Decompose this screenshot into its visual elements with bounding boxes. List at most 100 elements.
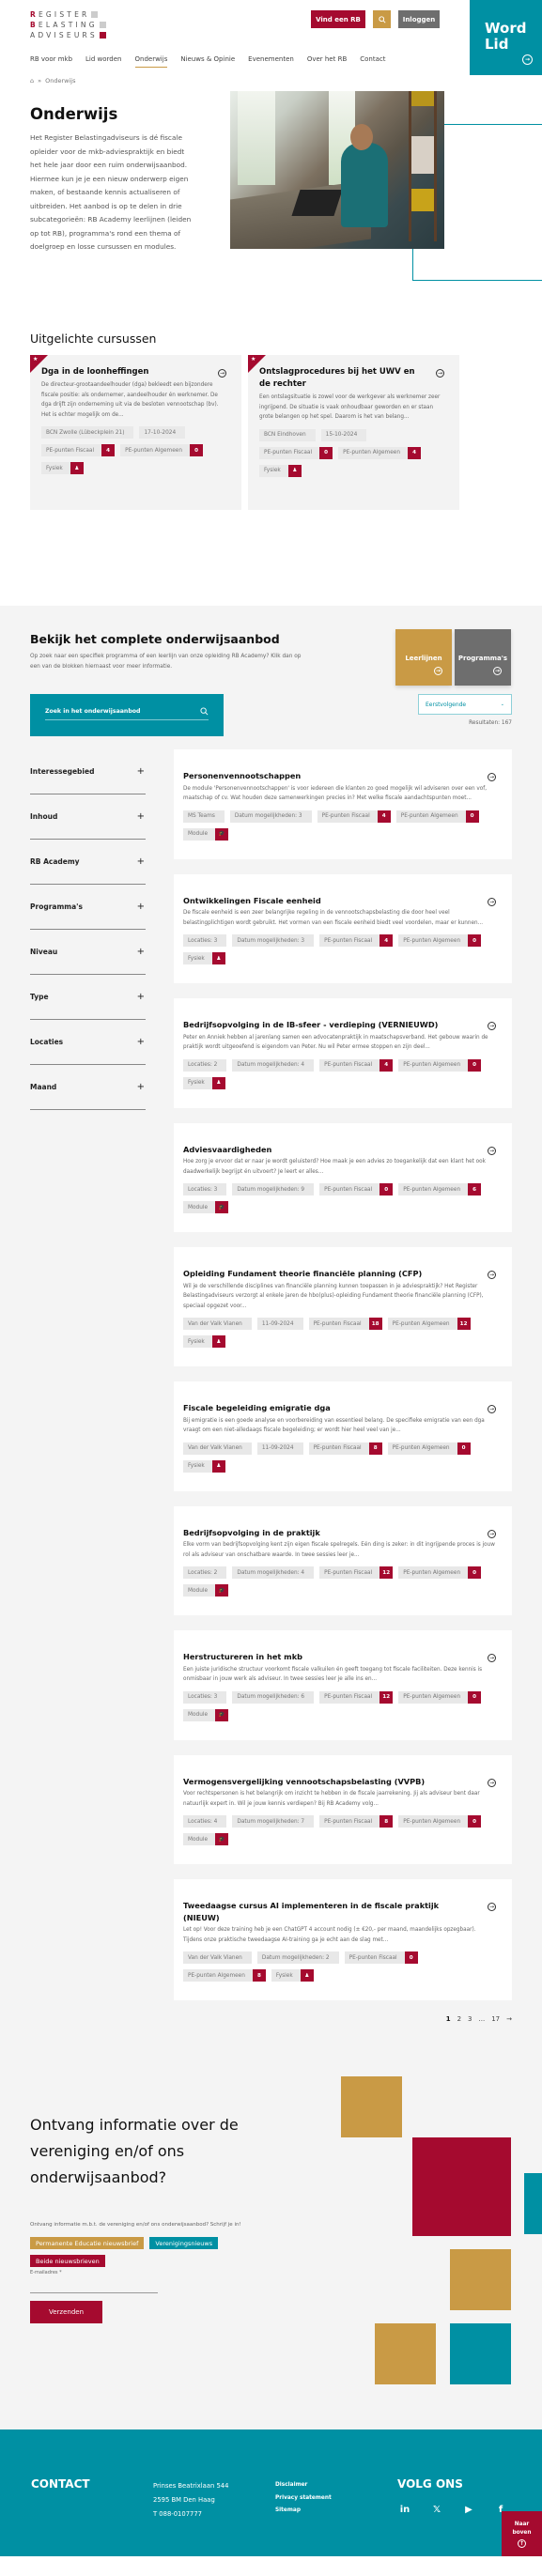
page-link[interactable]: 3 [468,2015,472,2023]
site-footer: CONTACT Prinses Beatrixlaan 544 2595 BM … [0,2429,542,2556]
filter-type[interactable]: Type + [30,975,146,1020]
become-member-button[interactable]: Word Lid → [470,0,542,75]
tag-label: PE-punten Algemeen [400,813,458,819]
tag-label: Datum mogelijkheden: 3 [234,813,302,819]
featured-course-card[interactable]: ★ Ontslagprocedures bij het UWV en de rec… [248,355,459,510]
arrow-right-circle-icon[interactable]: → [488,1146,496,1155]
filter-maand[interactable]: Maand + [30,1065,146,1110]
sort-select[interactable]: Eerstvolgende ⌄ [418,694,512,715]
course-card[interactable]: Bedrijfsopvolging in de praktijk → Elke vo… [174,1505,512,1615]
tag-label: PE-punten Fiscaal [324,1694,373,1700]
course-title[interactable]: Fiscale begeleiding emigratie dga [183,1402,331,1414]
youtube-icon[interactable]: ▶ [462,2503,475,2516]
next-page-arrow-icon[interactable]: → [506,2015,512,2023]
arrow-right-circle-icon[interactable]: → [488,897,496,906]
logo[interactable]: R EGISTER B ELASTING ADVISEURS [30,9,106,40]
course-card[interactable]: Bedrijfsopvolging in de IB-sfeer - verdi… [174,998,512,1108]
arrow-right-circle-icon[interactable]: → [488,1271,496,1279]
arrow-right-circle-icon[interactable]: → [488,1654,496,1662]
footer-link-privacy[interactable]: Privacy statement [275,2492,332,2506]
filter-locaties[interactable]: Locaties + [30,1020,146,1065]
newsletter-option-permanente-educatie-nieuwsbrief[interactable]: Permanente Educatie nieuwsbrief [30,2237,145,2249]
course-card[interactable]: Opleiding Fundament theorie financiële p… [174,1247,512,1366]
nav-item-rb-voor-mkb[interactable]: RB voor mkb [30,55,72,68]
course-title[interactable]: Dga in de loonheffingen [41,366,148,378]
course-title[interactable]: Opleiding Fundament theorie financiële p… [183,1268,422,1280]
header-actions: Vind een RB Inloggen [311,10,440,28]
course-tag: PE-punten Algemeen 6 [398,1183,482,1195]
tag-label: PE-punten Fiscaal [348,1954,397,1961]
page-link[interactable]: 17 [491,2015,500,2023]
email-field[interactable] [30,2278,158,2293]
submit-button[interactable]: Verzenden [30,2301,102,2323]
newsletter-option-beide-nieuwsbrieven[interactable]: Beide nieuwsbrieven [30,2255,105,2267]
course-title[interactable]: Adviesvaardigheden [183,1144,271,1156]
course-card[interactable]: Fiscale begeleiding emigratie dga → Bij em… [174,1381,512,1491]
breadcrumb-current: Onderwijs [45,77,76,85]
course-tag: PE-punten Algemeen 0 [398,1815,482,1828]
tag-badge: 0 [468,1690,482,1704]
course-description: De module 'Personenvennootschappen' is v… [183,785,488,802]
course-title[interactable]: Herstructureren in het mkb [183,1651,302,1663]
plus-icon: + [136,811,145,822]
filter-interessegebied[interactable]: Interessegebied + [30,749,146,794]
arrow-right-circle-icon[interactable]: → [488,1903,496,1911]
tag-label: PE-punten Fiscaal [324,1569,373,1576]
arrow-right-circle-icon[interactable]: → [488,1022,496,1030]
login-button[interactable]: Inloggen [398,10,440,28]
course-card[interactable]: Herstructureren in het mkb → Een juiste ju… [174,1630,512,1740]
featured-course-card[interactable]: ★ Dga in de loonheffingen → De directeur-gr… [30,355,241,510]
course-tags: Van der Valk Vianen Datum mogelijkheden: … [183,1951,496,1982]
search-icon[interactable] [200,707,209,716]
arrow-right-circle-icon[interactable]: → [488,1778,496,1787]
nav-item-nieuws-opinie[interactable]: Nieuws & Opinie [180,55,235,68]
course-title[interactable]: Bedrijfsopvolging in de IB-sfeer - verdi… [183,1019,438,1031]
course-title[interactable]: Tweedaagse cursus AI implementeren in de… [183,1900,465,1923]
find-rb-button[interactable]: Vind een RB [311,10,365,28]
page-link[interactable]: 2 [457,2015,461,2023]
arrow-right-circle-icon[interactable]: → [488,1529,496,1538]
course-card[interactable]: Personenvennootschappen → De module 'Perso… [174,749,512,859]
filter-programma-s[interactable]: Programma's + [30,885,146,930]
nav-item-lid-worden[interactable]: Lid worden [85,55,121,68]
filter-inhoud[interactable]: Inhoud + [30,794,146,840]
course-card[interactable]: Tweedaagse cursus AI implementeren in de… [174,1879,512,2000]
course-title[interactable]: Personenvennootschappen [183,770,301,782]
course-title[interactable]: Ontwikkelingen Fiscale eenheid [183,895,321,907]
newsletter-option-verenigingsnieuws[interactable]: Verenigingsnieuws [149,2237,219,2249]
course-title[interactable]: Vermogensvergelijking vennootschapsbelas… [183,1776,425,1788]
nav-item-evenementen[interactable]: Evenementen [248,55,294,68]
course-title[interactable]: Ontslagprocedures bij het UWV en de rech… [259,366,428,391]
search-button[interactable] [373,10,391,28]
arrow-right-circle-icon[interactable]: → [218,369,226,378]
nav-item-over-het-rb[interactable]: Over het RB [307,55,347,68]
plus-icon: + [136,947,145,957]
tag-label: PE-punten Algemeen [403,1818,461,1825]
tile-programmas[interactable]: Programma's → [455,629,511,686]
course-tags: BCN Eindhoven 15-10-2024 PE-punten Fiscaal… [259,428,444,477]
decorative-square [450,2249,511,2310]
page-link[interactable]: 1 [446,2015,451,2023]
home-icon[interactable]: ⌂ [30,77,34,85]
course-tags: Locaties: 4 Datum mogelijkheden: 7 PE-punt… [183,1815,496,1845]
arrow-right-circle-icon[interactable]: → [488,773,496,781]
arrow-right-circle-icon[interactable]: → [436,369,444,378]
back-to-top-button[interactable]: Naar boven ↑ [502,2511,542,2556]
filter-niveau[interactable]: Niveau + [30,930,146,975]
filter-rb-academy[interactable]: RB Academy + [30,840,146,885]
tag-badge: 0 [468,1566,482,1579]
search-input[interactable] [45,708,167,715]
tile-leerlijnen[interactable]: Leerlijnen → [395,629,452,686]
course-card[interactable]: Vermogensvergelijking vennootschapsbelas… [174,1754,512,1864]
linkedin-icon[interactable]: in [398,2503,411,2516]
footer-link-sitemap[interactable]: Sitemap [275,2505,332,2518]
intro-text: Het Register Belastingadviseurs is dé fi… [30,133,192,251]
arrow-right-circle-icon[interactable]: → [488,1405,496,1413]
course-title[interactable]: Bedrijfsopvolging in de praktijk [183,1527,320,1539]
footer-link-disclaimer[interactable]: Disclaimer [275,2479,332,2492]
nav-item-contact[interactable]: Contact [360,55,385,68]
course-card[interactable]: Ontwikkelingen Fiscale eenheid → De fiscal… [174,873,512,983]
course-card[interactable]: Adviesvaardigheden → Hoe zorg je ervoor da… [174,1122,512,1232]
nav-item-onderwijs[interactable]: Onderwijs [134,55,168,68]
x-icon[interactable]: 𝕏 [430,2503,443,2516]
